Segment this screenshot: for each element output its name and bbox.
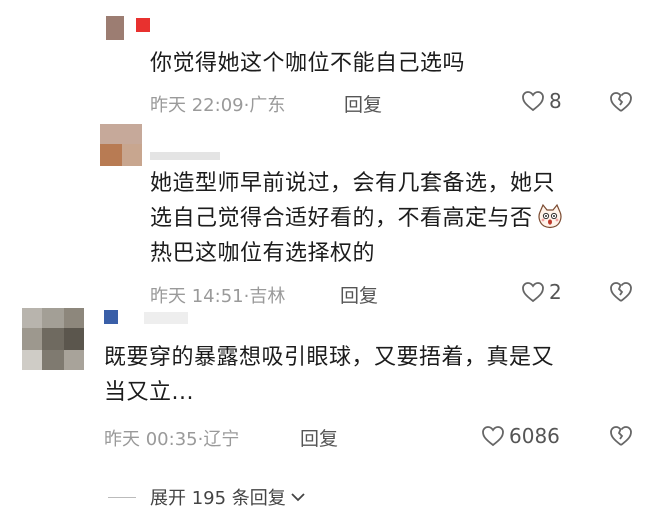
like-button[interactable]: 8 — [521, 89, 562, 113]
avatar[interactable] — [22, 308, 84, 370]
like-count: 8 — [549, 89, 562, 113]
expand-replies-label: 展开 195 条回复 — [150, 488, 286, 509]
comment-meta: 昨天 14:51·吉林 — [150, 286, 286, 307]
reply-button[interactable]: 回复 — [340, 281, 378, 308]
comment-text: 她造型师早前说过，会有几套备选，她只 选自己觉得合适好看的，不看高定与否 热巴这… — [150, 166, 563, 271]
chevron-down-icon — [291, 493, 305, 502]
comment-time: 昨天 22:09 — [150, 95, 244, 116]
comment-text-line: 热巴这咖位有选择权的 — [150, 241, 376, 266]
comment-time: 昨天 00:35 — [104, 429, 198, 450]
comment-text-line: 当又立... — [104, 380, 194, 405]
username-badge — [150, 148, 230, 164]
heart-icon — [522, 91, 544, 112]
broken-heart-icon — [610, 282, 632, 302]
dislike-button[interactable] — [609, 91, 633, 117]
like-button[interactable]: 2 — [521, 280, 562, 304]
comment-text: 既要穿的暴露想吸引眼球，又要捂着，真是又 当又立... — [104, 340, 554, 410]
like-count: 2 — [549, 280, 562, 304]
heart-icon — [522, 282, 544, 303]
comment-meta: 昨天 00:35·辽宁 — [104, 429, 240, 450]
shocked-cat-emoji-icon — [537, 203, 563, 229]
dislike-button[interactable] — [609, 281, 633, 307]
comment-region: 吉林 — [249, 286, 286, 307]
divider — [108, 496, 136, 498]
heart-icon — [482, 426, 504, 447]
comment-text: 你觉得她这个咖位不能自己选吗 — [150, 51, 466, 76]
username-badge — [130, 18, 190, 34]
reply-button[interactable]: 回复 — [300, 424, 338, 451]
like-button[interactable]: 6086 — [481, 424, 560, 448]
comment-meta: 昨天 22:09·广东 — [150, 95, 286, 116]
dislike-button[interactable] — [609, 425, 633, 451]
comment-region: 辽宁 — [203, 429, 240, 450]
comment-text-line: 选自己觉得合适好看的，不看高定与否 — [150, 201, 563, 236]
comment-region: 广东 — [249, 95, 286, 116]
comment-time: 昨天 14:51 — [150, 286, 244, 307]
comment-text-line: 既要穿的暴露想吸引眼球，又要捂着，真是又 — [104, 345, 555, 370]
expand-replies-button[interactable]: 展开 195 条回复 — [108, 484, 306, 510]
broken-heart-icon — [610, 92, 632, 112]
avatar[interactable] — [106, 16, 124, 40]
reply-button[interactable]: 回复 — [344, 90, 382, 117]
comment-text-line: 她造型师早前说过，会有几套备选，她只 — [150, 171, 556, 196]
broken-heart-icon — [610, 426, 632, 446]
avatar[interactable] — [100, 124, 142, 166]
like-count: 6086 — [509, 424, 560, 448]
username-badge — [104, 310, 204, 326]
